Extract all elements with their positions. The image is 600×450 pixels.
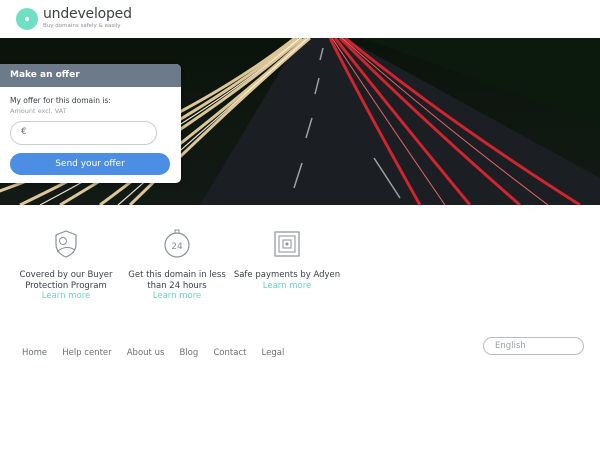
safe-icon xyxy=(274,231,300,257)
feature-fast-transfer: 24 Get this domain in less than 24 hours… xyxy=(121,228,233,302)
site-header: undeveloped Buy domains safely & easily xyxy=(0,0,600,38)
feature-text: Covered by our Buyer Protection Program xyxy=(19,270,113,291)
learn-more-link[interactable]: Learn more xyxy=(231,281,343,292)
language-selector[interactable]: English xyxy=(483,337,584,355)
feature-buyer-protection: Covered by our Buyer Protection Program … xyxy=(10,228,122,302)
offer-amount-input[interactable] xyxy=(33,125,151,141)
learn-more-link[interactable]: Learn more xyxy=(121,291,233,302)
svg-text:24: 24 xyxy=(171,242,183,252)
brand-name[interactable]: undeveloped xyxy=(43,6,132,22)
offer-card: Make an offer My offer for this domain i… xyxy=(0,64,181,183)
offer-header: Make an offer xyxy=(0,64,181,87)
send-offer-button[interactable]: Send your offer xyxy=(10,153,170,175)
feature-text: Safe payments by Adyen xyxy=(233,270,341,280)
offer-label: My offer for this domain is: xyxy=(10,96,111,105)
stopwatch-24-icon: 24 xyxy=(164,229,190,258)
footer-nav: Home Help center About us Blog Contact L… xyxy=(22,340,294,359)
footer-link-legal[interactable]: Legal xyxy=(262,348,285,358)
shield-hand-icon xyxy=(55,230,77,258)
brand-tagline: Buy domains safely & easily xyxy=(43,23,121,29)
currency-symbol: € xyxy=(21,127,27,137)
offer-amount-field[interactable]: € xyxy=(10,121,157,145)
feature-safe-payments: Safe payments by Adyen Learn more xyxy=(231,228,343,291)
learn-more-link[interactable]: Learn more xyxy=(10,291,122,302)
offer-sublabel: Amount excl. VAT xyxy=(10,107,67,115)
footer-link-blog[interactable]: Blog xyxy=(179,348,198,358)
feature-text: Get this domain in less than 24 hours xyxy=(128,270,226,291)
footer-link-about-us[interactable]: About us xyxy=(127,348,165,358)
logo-icon[interactable] xyxy=(16,8,38,30)
footer-link-home[interactable]: Home xyxy=(22,348,47,358)
footer-link-help-center[interactable]: Help center xyxy=(62,348,111,358)
footer-link-contact[interactable]: Contact xyxy=(213,348,246,358)
